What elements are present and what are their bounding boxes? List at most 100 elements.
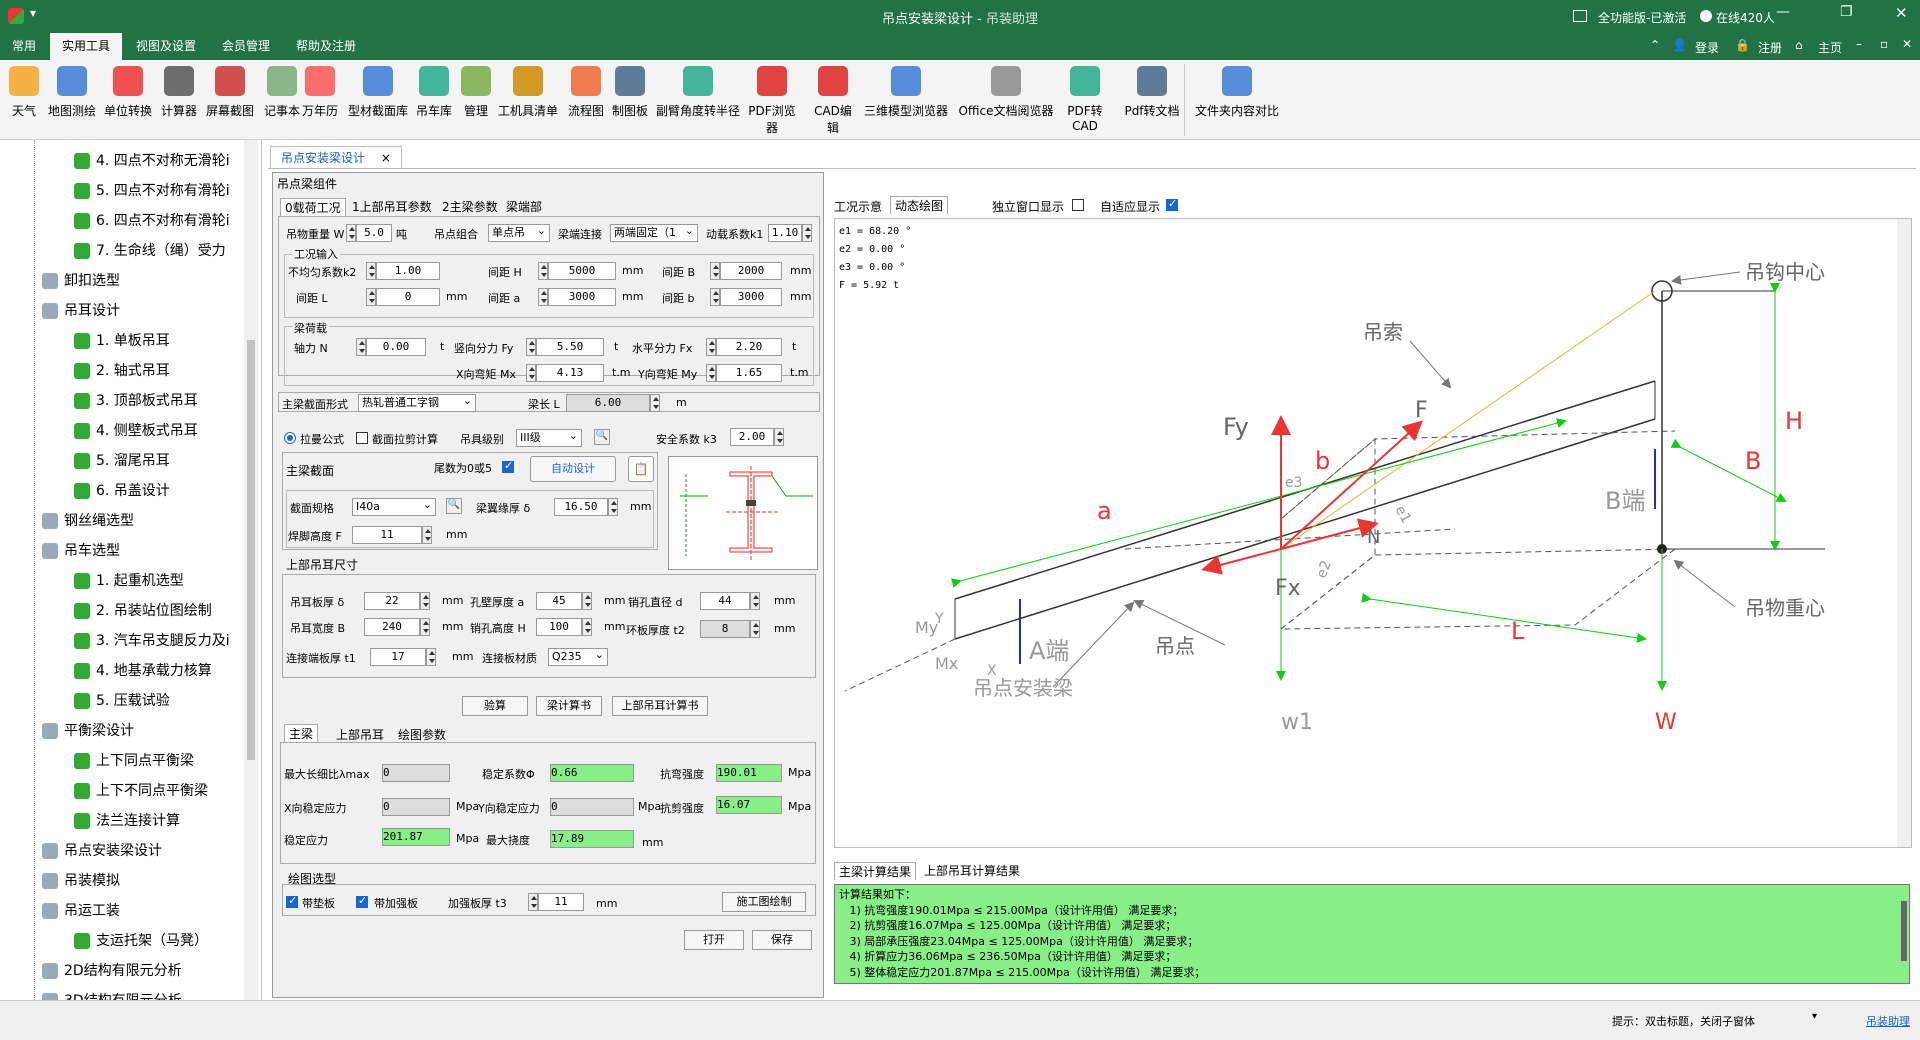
tree-item[interactable]: 2D结构有限元分析	[42, 956, 182, 986]
menu-view[interactable]: 视图及设置	[124, 33, 208, 60]
spec-search-icon[interactable]: 🔍	[446, 498, 462, 514]
tree-scrollbar[interactable]	[244, 140, 258, 1000]
tree-item[interactable]: 4. 地基承载力核算	[74, 656, 212, 686]
tool-globe-button[interactable]: 三维模型浏览器	[864, 66, 948, 136]
B-input[interactable]: 2000	[720, 262, 782, 280]
combo-select[interactable]: 单点吊	[488, 223, 550, 242]
tree-item[interactable]: 2. 轴式吊耳	[74, 356, 170, 386]
B-spin[interactable]	[710, 262, 720, 280]
tool-notepad-button[interactable]: 记事本	[262, 66, 302, 136]
doc-tab-beam-design[interactable]: 吊点安装梁设计 ×	[270, 146, 402, 168]
clipboard-icon[interactable]: 📋	[628, 456, 654, 482]
Fx-input[interactable]: 2.20	[716, 338, 782, 356]
tool-unit-convert-button[interactable]: 单位转换	[102, 66, 154, 136]
tree-item[interactable]: 吊车选型	[42, 536, 120, 566]
pin-input[interactable]: 44	[700, 592, 750, 610]
login-link[interactable]: 登录	[1695, 39, 1719, 56]
tool-compare-button[interactable]: 文件夹内容对比	[1192, 66, 1282, 136]
menu-tools[interactable]: 实用工具	[50, 33, 123, 60]
register-link[interactable]: 注册	[1758, 39, 1782, 56]
tool-pdf-button[interactable]: PDF浏览器	[744, 66, 800, 136]
tool-calculator-button[interactable]: 计算器	[160, 66, 198, 136]
My-input[interactable]: 1.65	[716, 364, 782, 382]
wall-spin[interactable]	[582, 592, 592, 610]
H-spin[interactable]	[538, 262, 548, 280]
k2-spin[interactable]	[366, 262, 376, 280]
Mx-spin[interactable]	[526, 364, 536, 382]
menu-common[interactable]: 常用	[0, 33, 48, 60]
auto-fit-checkbox[interactable]	[1166, 197, 1178, 211]
grade-info-icon[interactable]: 🔍	[594, 429, 610, 445]
solo-window-checkbox[interactable]	[1072, 199, 1084, 211]
Fx-spin[interactable]	[706, 338, 716, 356]
N-input[interactable]: 0.00	[366, 338, 426, 356]
shear-checkbox[interactable]	[356, 432, 368, 444]
tree-item[interactable]: 2. 吊装站位图绘制	[74, 596, 212, 626]
menu-member[interactable]: 会员管理	[210, 33, 282, 60]
grade-select[interactable]: III级	[516, 428, 582, 447]
tab-beam-params[interactable]: 2主梁参数	[438, 198, 502, 216]
tree-item[interactable]: 吊点安装梁设计	[42, 836, 162, 866]
section-form-select[interactable]: 热轧普通工字钢	[358, 393, 476, 412]
tool-map-button[interactable]: 地图测绘	[46, 66, 98, 136]
hole-spin[interactable]	[582, 618, 592, 636]
sub-restore-button[interactable]: ▫	[1880, 37, 1888, 51]
Fy-input[interactable]: 5.50	[536, 338, 604, 356]
dyn-input[interactable]: 1.10	[768, 224, 802, 242]
tree-item[interactable]: 6. 吊盖设计	[74, 476, 170, 506]
tab-condition-diagram[interactable]: 工况示意	[834, 198, 882, 215]
tree-item[interactable]: 1. 单板吊耳	[74, 326, 170, 356]
lug-t-spin[interactable]	[420, 592, 430, 610]
weight-spin[interactable]	[346, 224, 356, 242]
wall-input[interactable]: 45	[536, 592, 582, 610]
tree-item[interactable]: 5. 压载试验	[74, 686, 170, 716]
a-input[interactable]: 3000	[548, 288, 616, 306]
conn-select[interactable]: 两端固定（1	[610, 224, 698, 242]
weld-spin[interactable]	[422, 526, 432, 544]
tree-item[interactable]: 5. 溜尾吊耳	[74, 446, 170, 476]
b-input[interactable]: 3000	[720, 288, 782, 306]
connect-plate-input[interactable]: 17	[370, 648, 426, 666]
tail-checkbox[interactable]	[502, 459, 514, 473]
tool-convert-button[interactable]: PDF转CAD	[1056, 66, 1114, 136]
home-link[interactable]: 主页	[1818, 39, 1842, 56]
Mx-input[interactable]: 4.13	[536, 364, 604, 382]
tool-calendar-button[interactable]: 万年历	[300, 66, 340, 136]
tab-dynamic-drawing[interactable]: 动态绘图	[890, 196, 949, 214]
menu-help[interactable]: 帮助及注册	[284, 33, 368, 60]
diagram-scrollbar[interactable]	[1897, 219, 1911, 847]
status-link[interactable]: 吊装助理	[1866, 1013, 1910, 1029]
tree-item[interactable]: 5. 四点不对称有滑轮i	[74, 176, 230, 206]
doc-tab-close-icon[interactable]: ×	[381, 151, 391, 165]
ring-spin[interactable]	[750, 620, 760, 638]
flange-spin[interactable]	[608, 498, 618, 516]
restore-button[interactable]: ❐	[1840, 4, 1853, 20]
tree-item[interactable]: 卸扣选型	[42, 266, 120, 296]
tab-lug-params[interactable]: 1上部吊耳参数	[348, 198, 436, 216]
tool-flowchart-button[interactable]: 流程图	[566, 66, 606, 136]
Fy-spin[interactable]	[526, 338, 536, 356]
tree-item[interactable]: 吊耳设计	[42, 296, 120, 326]
tool-drawing-board-button[interactable]: 制图板	[610, 66, 650, 136]
pin-spin[interactable]	[750, 592, 760, 610]
tree-item[interactable]: 吊运工装	[42, 896, 120, 926]
tree-item[interactable]: 上下不同点平衡梁	[74, 776, 208, 806]
tool-document-button[interactable]: Office文档阅览器	[958, 66, 1054, 136]
tool-weather-button[interactable]: 天气	[6, 66, 42, 136]
tree-item[interactable]: 支运托架（马凳）	[74, 926, 208, 956]
tool-scissors-button[interactable]: 屏幕截图	[204, 66, 256, 136]
tree-item[interactable]: 7. 生命线（绳）受力	[74, 236, 226, 266]
tool-manage-button[interactable]: 管理	[458, 66, 494, 136]
check-button[interactable]: 验算	[462, 696, 528, 716]
collapse-ribbon-icon[interactable]: ⌃	[1650, 38, 1660, 52]
connect-plate-spin[interactable]	[426, 648, 436, 666]
tab-load[interactable]: 0载荷工况	[280, 198, 346, 216]
weld-input[interactable]: 11	[352, 526, 422, 544]
minimize-button[interactable]: —	[1776, 4, 1790, 20]
beam-report-button[interactable]: 梁计算书	[536, 696, 602, 716]
tab-beam-results[interactable]: 主梁计算结果	[834, 862, 917, 880]
save-button[interactable]: 保存	[752, 930, 812, 950]
rib-thickness-input[interactable]: 11	[538, 893, 584, 911]
weight-input[interactable]: 5.0	[356, 224, 392, 242]
lug-w-spin[interactable]	[420, 618, 430, 636]
